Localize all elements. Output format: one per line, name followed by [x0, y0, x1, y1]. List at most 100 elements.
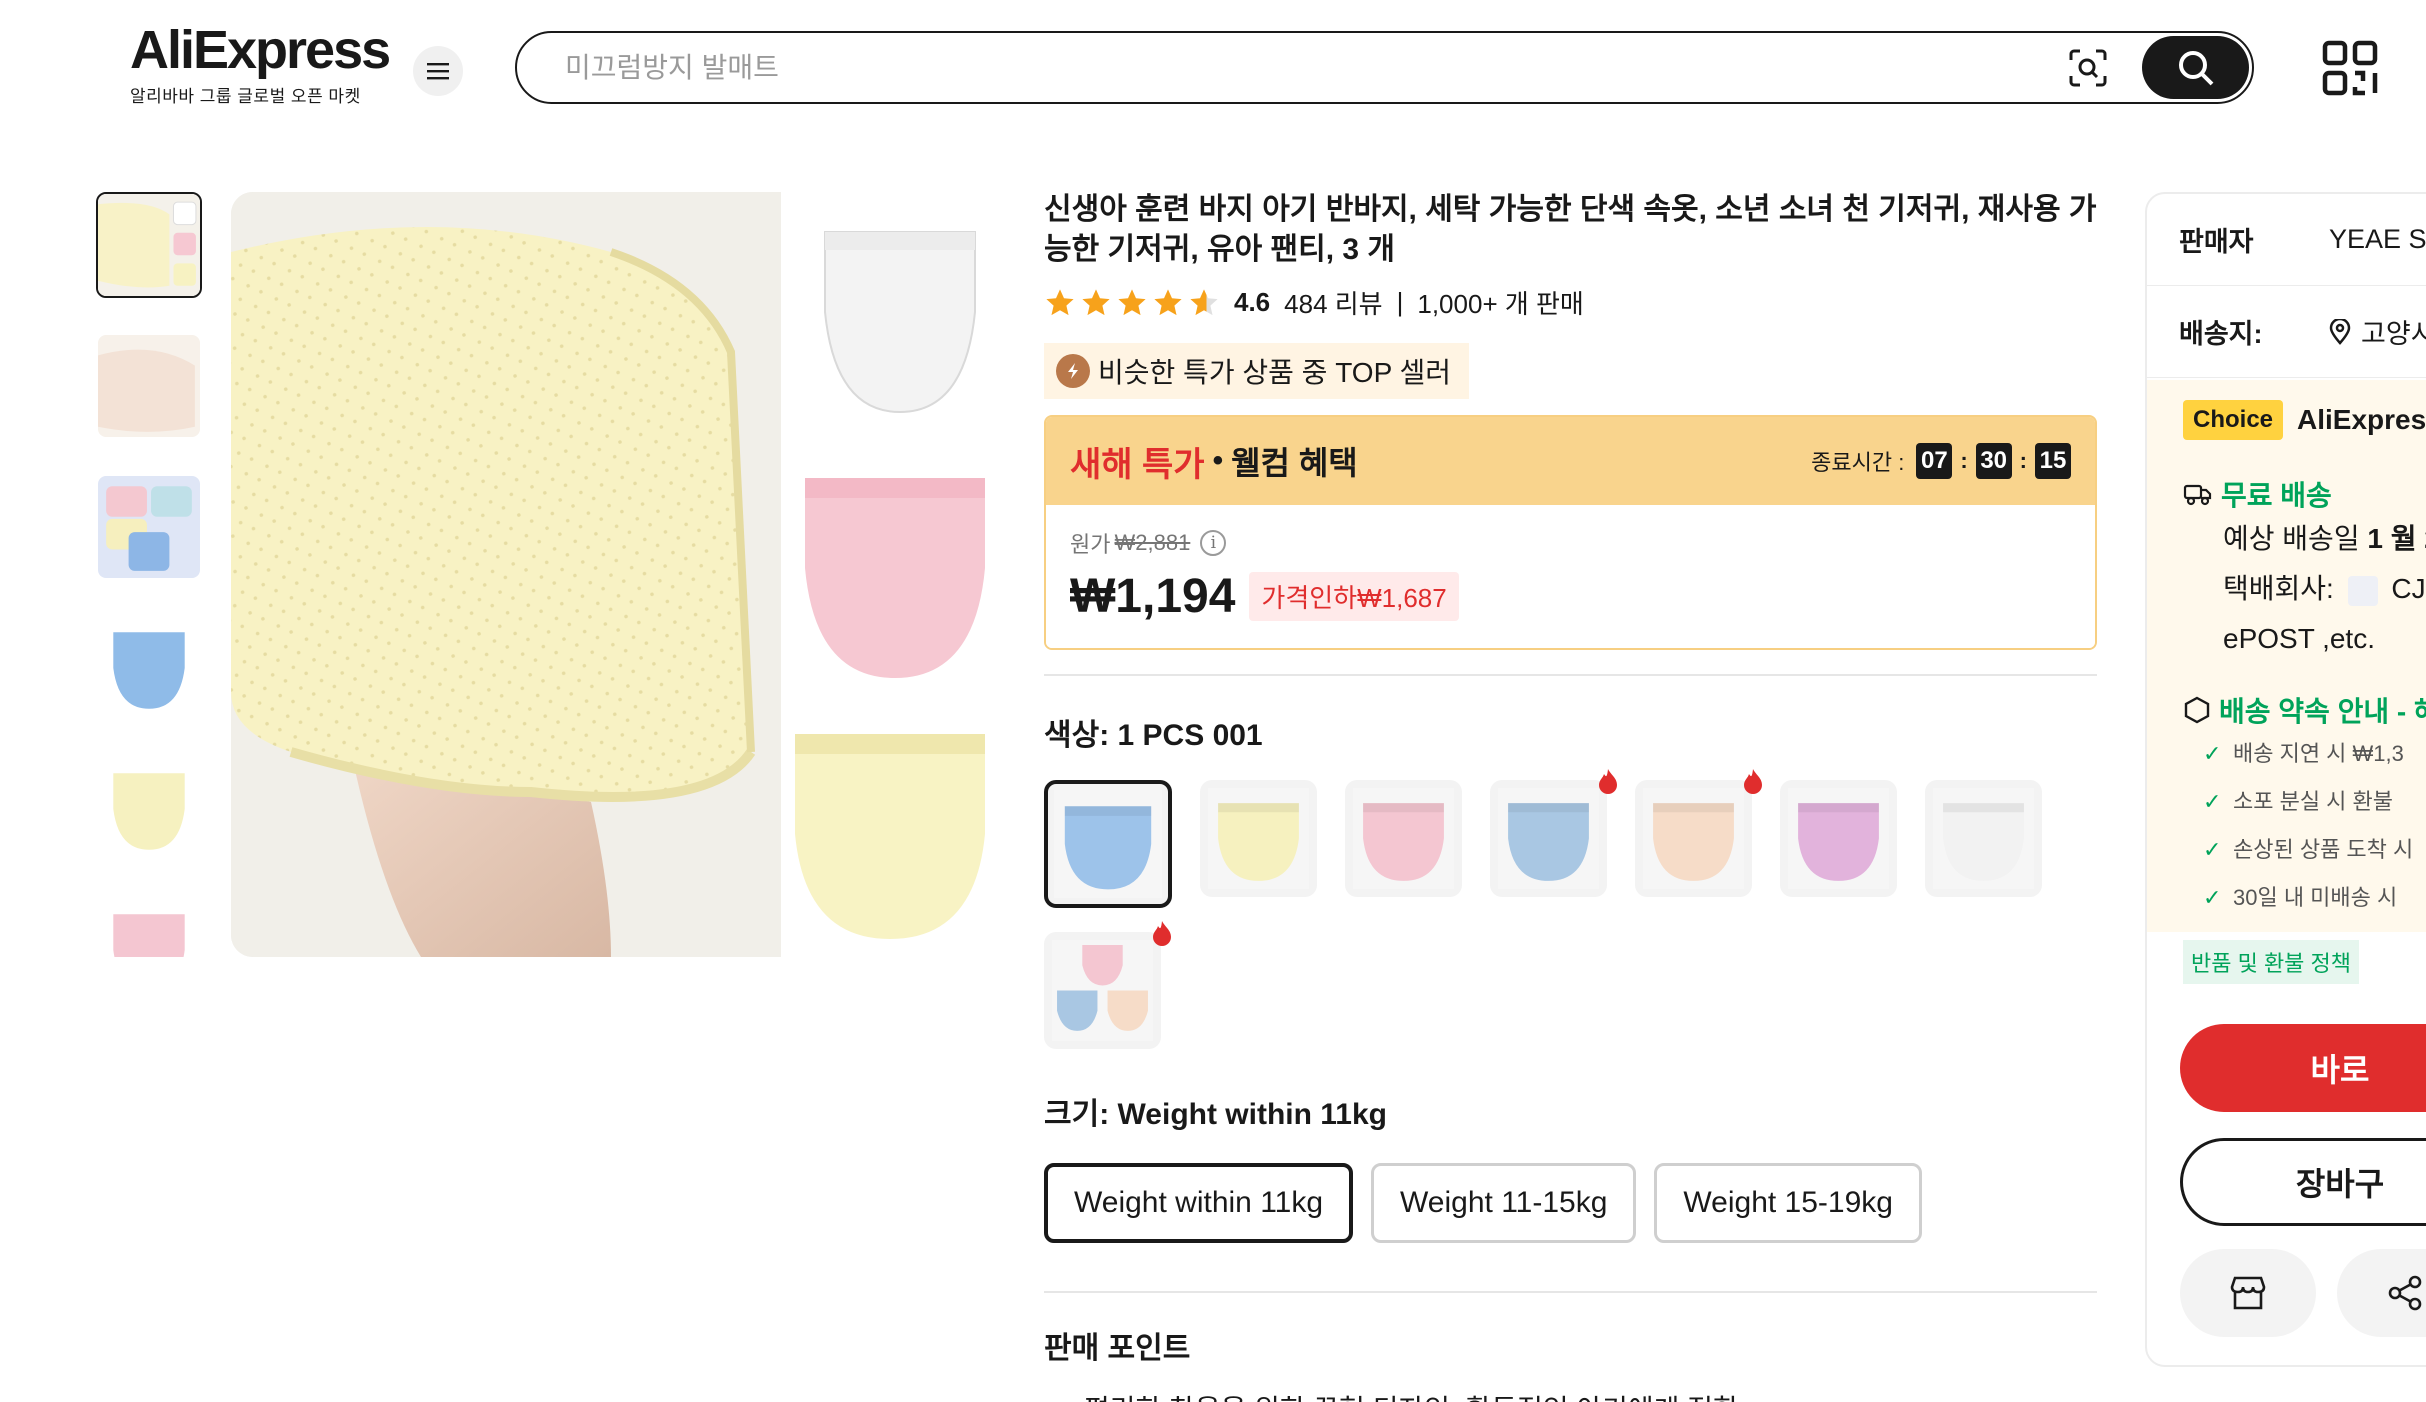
location-pin-icon: [2329, 318, 2351, 345]
qr-code-icon[interactable]: [2322, 40, 2378, 96]
size-option-11-15kg[interactable]: Weight 11-15kg: [1371, 1163, 1637, 1243]
star-icon: [1046, 288, 1074, 315]
info-icon[interactable]: i: [1200, 530, 1227, 556]
store-button[interactable]: [2180, 1249, 2316, 1337]
rating-value: 4.6: [1234, 287, 1271, 317]
eta-value: 1 월 2: [2367, 523, 2426, 554]
seller-name[interactable]: YEAE S: [2329, 224, 2426, 255]
star-icon: [1154, 288, 1182, 315]
courier-line: 택배회사: CJ: [2183, 564, 2426, 614]
shipping-section: 무료 배송 예상 배송일 1 월 2 택배회사: CJ ePOST ,etc.: [2147, 460, 2426, 674]
deal-body: 원가 ₩2,881 i ₩1,194 가격인하₩1,687: [1046, 505, 2095, 648]
purchase-panel: 판매자 YEAE S 배송지: 고양시 Choice AliExpress 무료…: [2145, 192, 2426, 1367]
main-product-image[interactable]: [231, 192, 781, 957]
promise-title[interactable]: 배송 약속 안내 - 해: [2183, 690, 2426, 730]
sold-count: 1,000+ 개 판매: [1417, 289, 1584, 319]
original-price-label: 원가: [1070, 532, 1111, 557]
promise-item: 손상된 상품 도착 시: [2183, 826, 2426, 874]
courier-label: 택배회사:: [2223, 573, 2334, 604]
side-image-pink[interactable]: [785, 448, 995, 688]
search-bar: [515, 31, 2254, 104]
side-image-yellow[interactable]: [785, 704, 995, 944]
rating-row: 4.6 484 리뷰 | 1,000+ 개 판매: [1044, 284, 2097, 321]
star-icon: [1082, 288, 1110, 315]
thumbnail-6[interactable]: [96, 897, 202, 957]
ship-to-value: 고양시: [2361, 319, 2426, 349]
product-side-images: [785, 192, 995, 957]
store-icon: [2230, 1276, 2266, 1310]
color-swatch-2[interactable]: [1200, 780, 1317, 897]
courier-more: ePOST ,etc.: [2223, 623, 2375, 654]
promise-item: 소포 분실 시 환불: [2183, 778, 2426, 826]
size-option-15-19kg[interactable]: Weight 15-19kg: [1654, 1163, 1922, 1243]
deal-countdown: 종료시간 : 07 : 30 : 15: [1811, 443, 2071, 479]
eta-label: 예상 배송일: [2223, 523, 2360, 554]
size-option-11kg[interactable]: Weight within 11kg: [1044, 1163, 1354, 1243]
color-swatch-3[interactable]: [1345, 780, 1462, 897]
star-icon: [1190, 288, 1218, 315]
thumbnail-1[interactable]: [96, 192, 202, 298]
divider: [1044, 1291, 2097, 1293]
price-row: ₩1,194 가격인하₩1,687: [1070, 569, 2071, 624]
color-swatch-6[interactable]: [1780, 780, 1897, 897]
deal-dot: •: [1212, 444, 1224, 477]
add-to-cart-button[interactable]: 장바구: [2180, 1138, 2426, 1226]
search-input[interactable]: [517, 33, 2060, 102]
share-button[interactable]: [2337, 1249, 2426, 1337]
deal-box: 새해 특가 • 웰컴 혜택 종료시간 : 07 : 30 : 15 원가 ₩2,…: [1044, 415, 2097, 650]
thumbnail-3[interactable]: [96, 474, 202, 580]
hot-flame-icon: [1153, 921, 1171, 946]
current-price: ₩1,194: [1070, 570, 1236, 623]
free-shipping-text: 무료 배송: [2221, 480, 2332, 511]
countdown-label: 종료시간 :: [1811, 450, 1905, 475]
side-image-white[interactable]: [785, 192, 995, 432]
camera-scan-icon: [2069, 49, 2107, 86]
promise-item: 30일 내 미배송 시: [2183, 874, 2426, 922]
product-title: 신생아 훈련 바지 아기 반바지, 세탁 가능한 단색 속옷, 소년 소녀 천 …: [1044, 193, 2097, 266]
logo-tagline: 알리바바 그룹 글로벌 오픈 마켓: [130, 87, 361, 106]
divider: [1044, 674, 2097, 676]
thumbnail-2[interactable]: [96, 333, 202, 439]
seller-row: 판매자 YEAE S: [2147, 194, 2426, 286]
thumbnail-list: [96, 192, 206, 957]
return-policy-link[interactable]: 반품 및 환불 정책: [2183, 940, 2360, 984]
seller-label: 판매자: [2179, 227, 2254, 257]
top-seller-text: 비슷한 특가 상품 중 TOP 셀러: [1098, 357, 1452, 388]
menu-button[interactable]: [413, 46, 463, 96]
search-button[interactable]: [2142, 36, 2249, 99]
countdown-colon: :: [2019, 448, 2027, 473]
color-swatch-5[interactable]: [1635, 769, 1762, 897]
thumbnail-4[interactable]: [96, 615, 202, 721]
deal-subtitle: 웰컴 혜택: [1231, 445, 1358, 481]
color-swatch-1[interactable]: [1044, 780, 1172, 908]
buy-now-button[interactable]: 바로: [2180, 1024, 2426, 1112]
choice-brand: AliExpress: [2297, 404, 2426, 435]
eta-line: 예상 배송일 1 월 2: [2183, 514, 2426, 564]
color-swatch-8[interactable]: [1044, 921, 1171, 1049]
deal-name: 새해 특가: [1070, 445, 1205, 484]
thumbnail-5[interactable]: [96, 756, 202, 862]
rating-stars[interactable]: [1044, 287, 1220, 319]
color-swatch-7[interactable]: [1925, 780, 2042, 897]
deal-header: 새해 특가 • 웰컴 혜택 종료시간 : 07 : 30 : 15: [1046, 417, 2095, 505]
separator: |: [1396, 287, 1404, 317]
original-price: ₩2,881: [1114, 530, 1191, 555]
top-seller-icon: [1056, 354, 1090, 388]
selling-points-list: 편리한 착용을 위한 끈형 디자인, 활동적인 아기에게 적합: [1044, 1387, 2097, 1402]
original-price-row: 원가 ₩2,881 i: [1070, 527, 2071, 559]
top-seller-badge: 비슷한 특가 상품 중 TOP 셀러: [1044, 343, 1470, 399]
color-swatch-4[interactable]: [1490, 769, 1617, 897]
aliexpress-logo[interactable]: AliExpress 알리바바 그룹 글로벌 오픈 마켓: [130, 22, 391, 107]
courier-logo-icon: [2347, 575, 2378, 606]
hot-flame-icon: [1599, 769, 1617, 794]
image-search-button[interactable]: [2060, 40, 2116, 96]
ship-to-row[interactable]: 배송지: 고양시: [2147, 286, 2426, 378]
selling-points-title: 판매 포인트: [1044, 1332, 1191, 1365]
promise-item: 배송 지연 시 ₩1,3: [2183, 730, 2426, 778]
ship-to-label: 배송지:: [2179, 319, 2263, 349]
countdown-colon: :: [1960, 448, 1968, 473]
free-shipping: 무료 배송: [2183, 474, 2426, 514]
star-icon: [1118, 288, 1146, 315]
review-count[interactable]: 484 리뷰: [1284, 284, 1382, 321]
color-label: 색상: 1 PCS 001: [1044, 719, 1263, 752]
